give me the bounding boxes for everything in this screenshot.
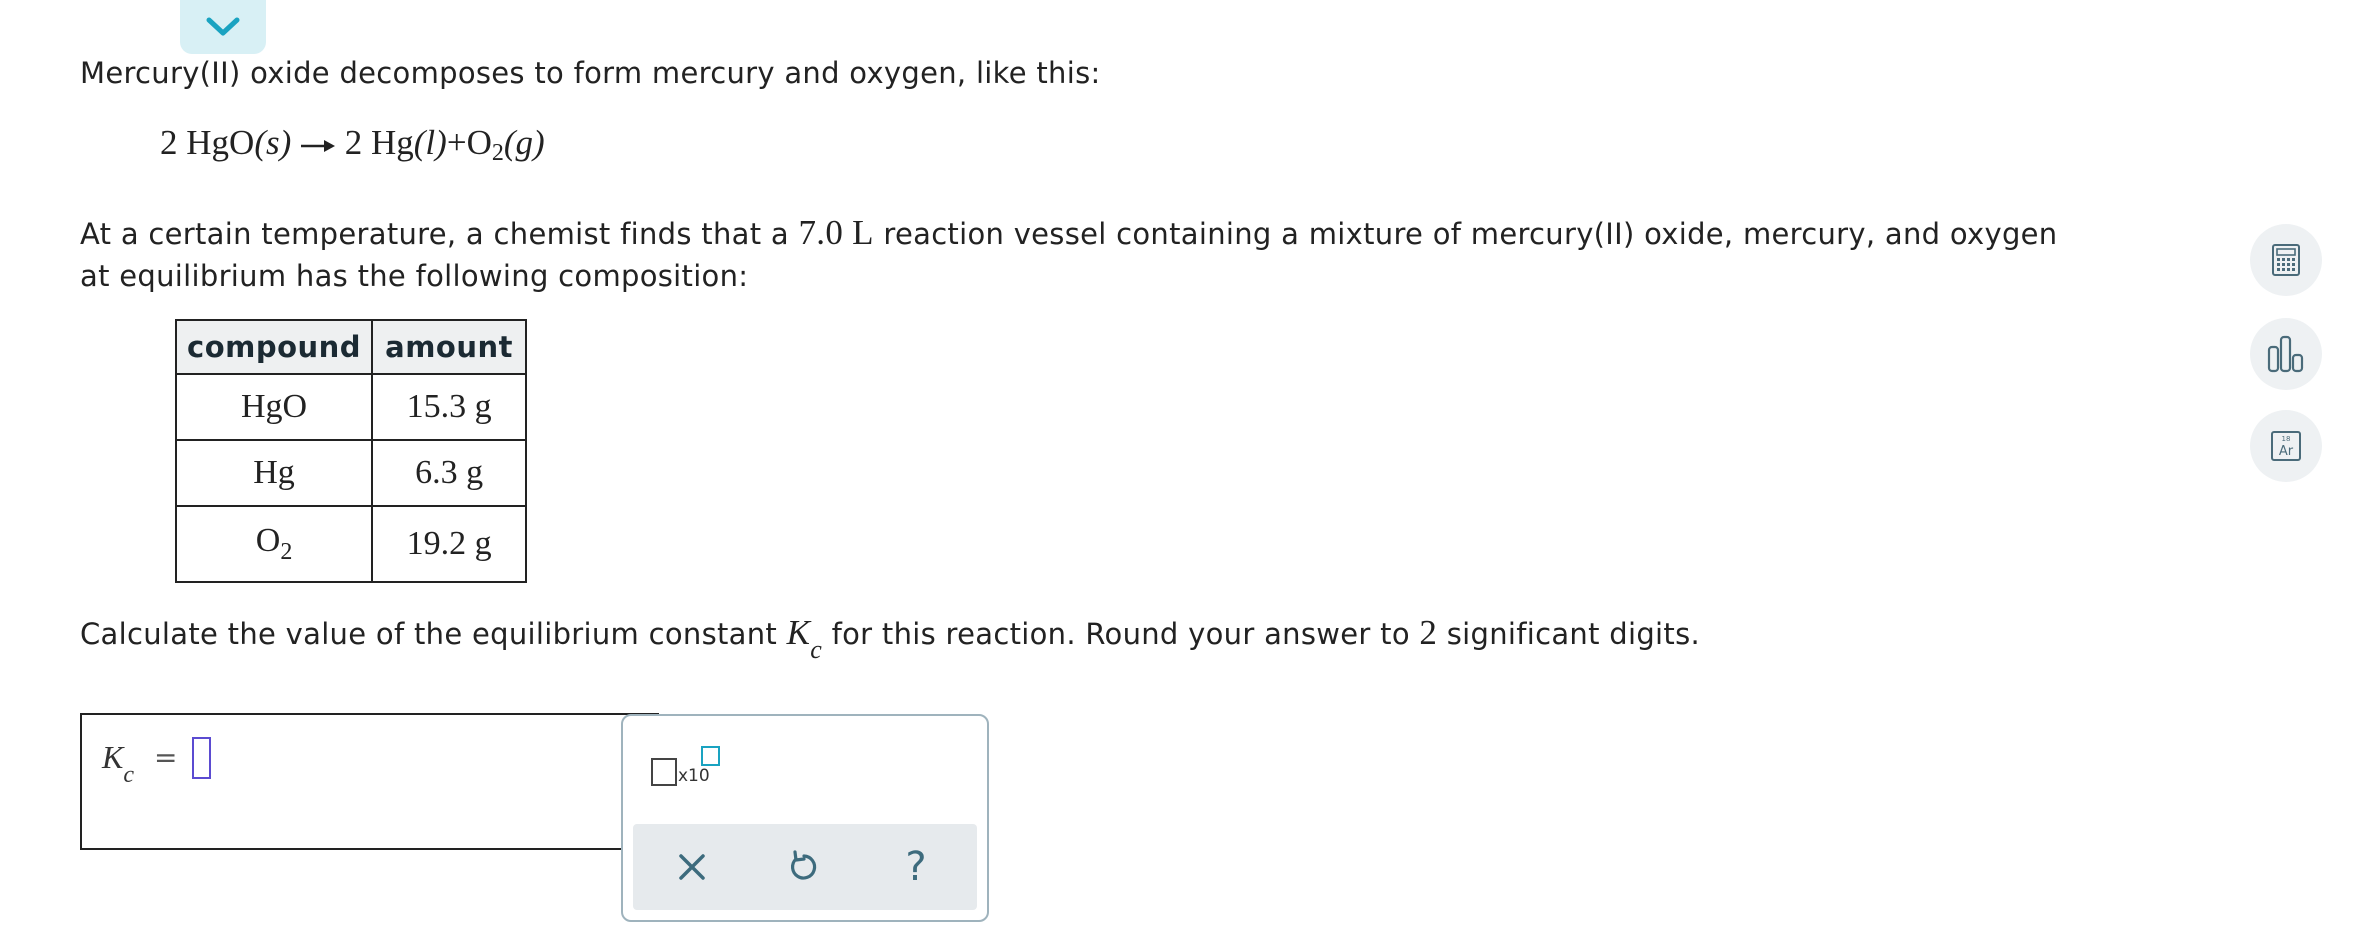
question-after: significant digits.: [1437, 617, 1701, 651]
equals-sign: =: [154, 741, 178, 774]
answer-label: Kc: [102, 739, 134, 789]
help-button[interactable]: ?: [893, 844, 939, 890]
amount-cell: 6.3 g: [371, 439, 528, 507]
chevron-down-icon: [206, 17, 240, 36]
periodic-table-button[interactable]: 18 Ar: [2250, 410, 2322, 482]
clear-button[interactable]: [669, 844, 715, 890]
reaction-arrow-icon: [301, 139, 335, 152]
table-row: O2 19.2 g: [174, 505, 528, 583]
scientific-notation-button[interactable]: x10: [651, 746, 723, 802]
question-text: Calculate the value of the equilibrium c…: [80, 612, 1700, 671]
product1-phase: (l): [413, 123, 447, 162]
compound-cell: O2: [174, 505, 374, 583]
amount-cell: 19.2 g: [371, 505, 528, 583]
question-middle: for this reaction. Round your answer to: [822, 617, 1420, 651]
undo-button[interactable]: [781, 844, 827, 890]
composition-table: compound amount HgO 15.3 g Hg 6.3 g O2 1…: [174, 319, 528, 583]
bar-chart-icon: [2267, 335, 2304, 373]
calculator-button[interactable]: [2250, 224, 2322, 296]
equilibrium-constant-symbol: Kc: [786, 613, 823, 664]
table-header-amount: amount: [371, 319, 528, 375]
answer-label-subscript: c: [123, 762, 134, 788]
periodic-tile-symbol: Ar: [2279, 444, 2294, 459]
question-before: Calculate the value of the equilibrium c…: [80, 617, 787, 651]
product2-phase: (g): [503, 123, 545, 162]
product2-subscript: 2: [491, 140, 504, 166]
kc-symbol-letter: K: [786, 613, 811, 652]
table-header-compound: compound: [174, 319, 374, 375]
calculator-icon: [2272, 244, 2300, 276]
data-button[interactable]: [2250, 318, 2322, 390]
reactant-formula: HgO: [186, 123, 255, 162]
amount-cell: 15.3 g: [371, 373, 528, 441]
periodic-tile-number: 18: [2282, 435, 2291, 443]
collapse-tab-button[interactable]: [180, 0, 266, 54]
answer-label-letter: K: [102, 739, 124, 775]
intro-text: Mercury(II) oxide decomposes to form mer…: [80, 56, 1101, 90]
undo-icon: [790, 850, 817, 880]
answer-input[interactable]: [192, 737, 211, 779]
periodic-table-icon: 18 Ar: [2271, 431, 2301, 461]
math-tool-panel: x10 ?: [621, 714, 989, 922]
chemical-equation: 2 HgO(s) 2 Hg(l)+O2(g): [160, 123, 545, 166]
reactant-phase: (s): [254, 123, 292, 162]
answer-box: Kc =: [80, 713, 659, 850]
product2-formula: O: [466, 123, 492, 162]
compound-subscript: 2: [280, 539, 293, 565]
product1-formula: Hg: [371, 123, 414, 162]
compound-cell: Hg: [174, 439, 374, 507]
kc-symbol-subscript: c: [810, 635, 823, 664]
compound-cell: HgO: [174, 373, 374, 441]
x10-label: x10: [678, 766, 710, 786]
mantissa-box-icon: [651, 758, 677, 786]
reactant-coefficient: 2: [160, 123, 178, 162]
close-icon: [679, 854, 705, 880]
product1-coefficient: 2: [344, 123, 363, 162]
vessel-volume: 7.0 L: [798, 213, 874, 252]
context-before: At a certain temperature, a chemist find…: [80, 217, 799, 251]
action-bar: ?: [633, 824, 977, 910]
context-text: At a certain temperature, a chemist find…: [80, 212, 2080, 297]
table-row: Hg 6.3 g: [174, 439, 528, 507]
exponent-box-icon: [701, 746, 720, 766]
compound-formula: O: [255, 522, 281, 559]
significant-digits-count: 2: [1419, 613, 1438, 652]
table-row: HgO 15.3 g: [174, 373, 528, 441]
